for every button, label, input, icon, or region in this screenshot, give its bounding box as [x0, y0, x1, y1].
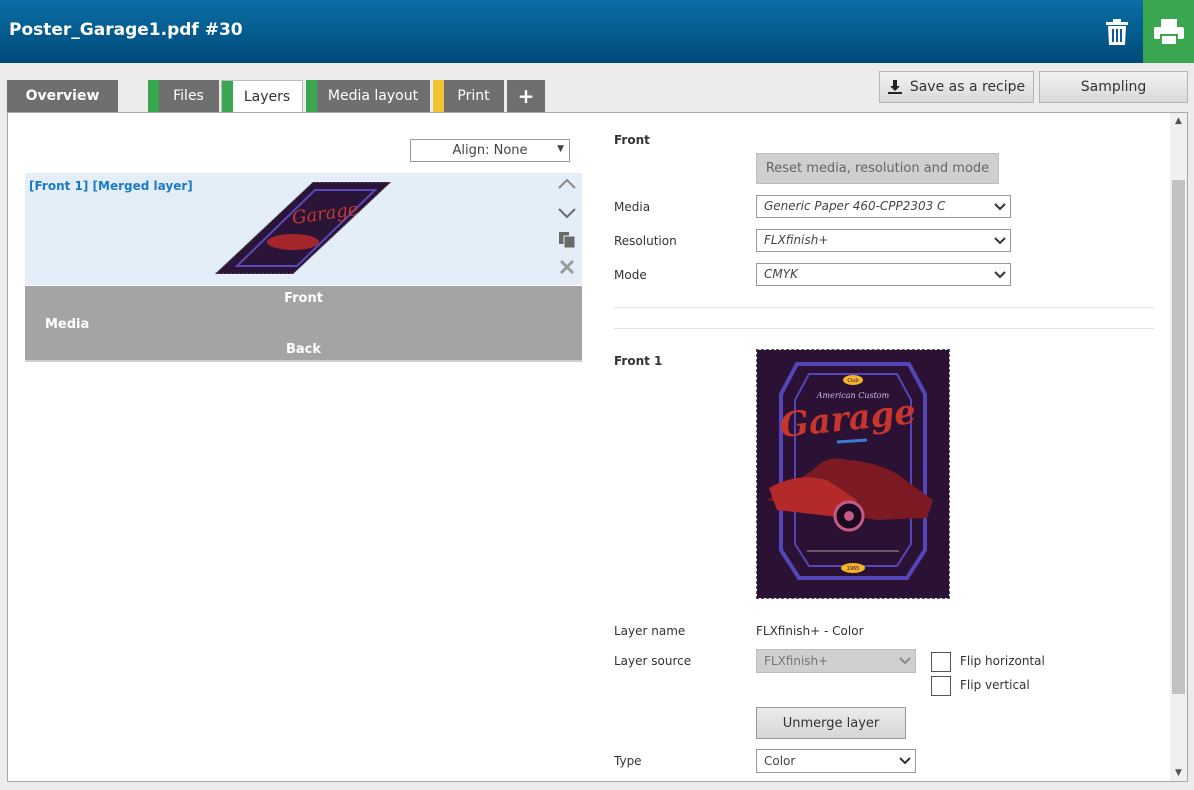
align-value: Align: None	[452, 143, 528, 158]
flip-horizontal-checkbox[interactable]	[931, 652, 951, 672]
chevron-down-icon	[994, 203, 1006, 211]
chevron-up-icon	[558, 178, 576, 189]
job-title: Poster_Garage1.pdf #30	[9, 20, 243, 40]
add-tab-button[interactable]: +	[507, 80, 545, 112]
status-stripe	[433, 80, 444, 112]
sampling-label: Sampling	[1080, 79, 1147, 95]
close-icon	[559, 259, 575, 275]
status-stripe	[148, 80, 159, 112]
section-divider	[614, 328, 1154, 329]
poster-year-text: 1965	[847, 566, 860, 572]
status-stripe	[306, 80, 317, 112]
tab-media-layout[interactable]: Media layout	[306, 80, 430, 112]
chevron-down-icon	[899, 657, 911, 665]
mode-field-label: Mode	[614, 268, 647, 282]
sampling-button[interactable]: Sampling	[1039, 71, 1188, 103]
media-value: Generic Paper 460-CPP2303 C	[764, 199, 946, 213]
duplicate-layer-button[interactable]	[556, 230, 578, 250]
flip-vertical-label: Flip vertical	[960, 678, 1030, 692]
media-field-label: Media	[614, 200, 651, 214]
chevron-down-icon	[994, 271, 1006, 279]
align-select[interactable]: Align: None ▼	[410, 139, 570, 162]
unmerge-label: Unmerge layer	[782, 715, 880, 731]
tab-label: Print	[457, 88, 490, 104]
scroll-down-icon[interactable]: ▼	[1170, 766, 1187, 780]
tab-label: Overview	[25, 88, 100, 104]
mode-value: CMYK	[764, 267, 798, 281]
download-icon	[887, 80, 902, 94]
status-stripe	[222, 81, 233, 113]
trash-icon	[1106, 18, 1128, 45]
save-recipe-button[interactable]: Save as a recipe	[879, 71, 1034, 103]
poster-top-text: Club	[847, 378, 858, 384]
app-header: Poster_Garage1.pdf #30	[0, 0, 1194, 63]
front-heading: Front	[614, 133, 650, 147]
type-value: Color	[764, 754, 796, 768]
poster-artwork: Club American Custom Garage 1965	[757, 350, 949, 598]
unmerge-layer-button[interactable]: Unmerge layer	[756, 707, 906, 739]
layer-thumbnail: Garage	[215, 182, 391, 274]
scrollbar-thumb[interactable]	[1172, 180, 1185, 694]
delete-button[interactable]	[1094, 0, 1140, 63]
media-back-label: Back	[285, 342, 322, 357]
tab-label: Files	[173, 88, 204, 104]
layer-source-label: Layer source	[614, 654, 692, 668]
printer-icon	[1153, 18, 1184, 45]
print-button[interactable]	[1143, 0, 1194, 63]
media-front-label: Front	[284, 291, 323, 306]
layer-source-value: FLXfinish+	[764, 654, 829, 668]
chevron-down-icon	[558, 208, 576, 219]
save-recipe-label: Save as a recipe	[909, 79, 1026, 95]
type-select[interactable]: Color	[756, 749, 916, 773]
move-up-button[interactable]	[556, 174, 578, 194]
media-label: Media	[45, 317, 90, 332]
section-divider	[614, 307, 1154, 308]
tab-label: Layers	[243, 89, 291, 105]
layer-name: [Front 1] [Merged layer]	[29, 179, 193, 193]
reset-label: Reset media, resolution and mode	[765, 161, 990, 176]
front1-heading: Front 1	[614, 354, 663, 368]
chevron-down-icon	[899, 757, 911, 765]
layer-name-label: Layer name	[614, 624, 686, 638]
resolution-field-label: Resolution	[614, 234, 677, 248]
layer-preview: Club American Custom Garage 1965	[756, 349, 950, 599]
layer-source-select: FLXfinish+	[756, 649, 916, 673]
reset-media-button: Reset media, resolution and mode	[756, 153, 999, 184]
move-down-button[interactable]	[556, 203, 578, 223]
tab-files[interactable]: Files	[148, 80, 219, 112]
tab-print[interactable]: Print	[433, 80, 504, 112]
flip-horizontal-label: Flip horizontal	[960, 654, 1045, 668]
remove-layer-button[interactable]	[556, 257, 578, 277]
resolution-select[interactable]: FLXfinish+	[756, 229, 1011, 252]
tab-layers[interactable]: Layers	[221, 80, 303, 113]
flip-vertical-checkbox[interactable]	[931, 676, 951, 696]
scroll-up-icon[interactable]: ▲	[1170, 114, 1187, 128]
chevron-down-icon	[994, 237, 1006, 245]
caret-down-icon: ▼	[557, 144, 564, 154]
copy-icon	[559, 232, 576, 249]
tab-label: Media layout	[327, 88, 419, 104]
tab-overview[interactable]: Overview	[7, 80, 118, 112]
mode-select[interactable]: CMYK	[756, 263, 1011, 286]
media-select[interactable]: Generic Paper 460-CPP2303 C	[756, 195, 1011, 218]
type-field-label: Type	[614, 754, 642, 768]
plus-icon: +	[517, 84, 535, 108]
resolution-value: FLXfinish+	[764, 233, 829, 247]
layer-name-value: FLXfinish+ - Color	[756, 624, 864, 638]
